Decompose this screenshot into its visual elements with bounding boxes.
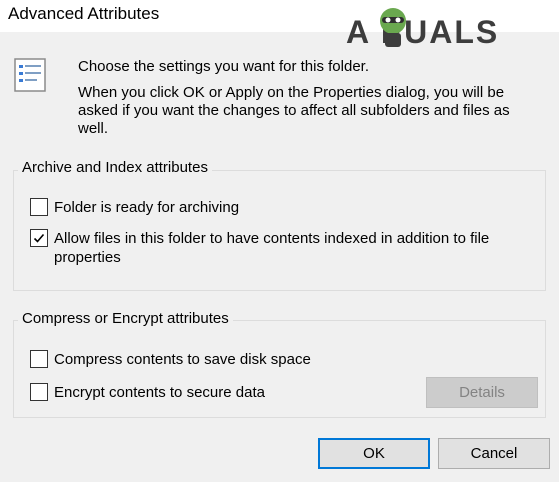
allow-indexing-option[interactable]: Allow files in this folder to have conte…	[30, 229, 535, 267]
allow-indexing-checkbox[interactable]	[30, 229, 48, 247]
intro-line-1: Choose the settings you want for this fo…	[78, 58, 369, 75]
encrypt-contents-option[interactable]: Encrypt contents to secure data	[30, 383, 410, 402]
ok-button[interactable]: OK	[318, 438, 430, 469]
intro-line-2: When you click OK or Apply on the Proper…	[78, 84, 510, 137]
folder-ready-archiving-label[interactable]: Folder is ready for archiving	[54, 198, 239, 217]
archive-index-group-label: Archive and Index attributes	[18, 159, 212, 176]
folder-ready-archiving-option[interactable]: Folder is ready for archiving	[30, 198, 530, 217]
compress-contents-checkbox[interactable]	[30, 350, 48, 368]
window-title: Advanced Attributes	[8, 4, 160, 23]
encrypt-contents-label[interactable]: Encrypt contents to secure data	[54, 383, 265, 402]
mascot-icon	[380, 8, 406, 47]
compress-contents-label[interactable]: Compress contents to save disk space	[54, 350, 311, 369]
cancel-button[interactable]: Cancel	[438, 438, 550, 469]
advanced-attributes-dialog: Advanced Attributes A PUALS Choose the s…	[0, 0, 559, 482]
folder-settings-icon	[14, 58, 54, 94]
intro-text: Choose the settings you want for this fo…	[78, 58, 543, 146]
details-button[interactable]: Details	[426, 377, 538, 408]
allow-indexing-label[interactable]: Allow files in this folder to have conte…	[54, 229, 534, 267]
watermark-text: A PUALS	[346, 14, 500, 50]
appuals-watermark: A PUALS	[346, 0, 556, 60]
compress-contents-option[interactable]: Compress contents to save disk space	[30, 350, 430, 369]
folder-ready-archiving-checkbox[interactable]	[30, 198, 48, 216]
checkmark-icon	[33, 233, 45, 243]
encrypt-contents-checkbox[interactable]	[30, 383, 48, 401]
compress-encrypt-group-label: Compress or Encrypt attributes	[18, 310, 233, 327]
